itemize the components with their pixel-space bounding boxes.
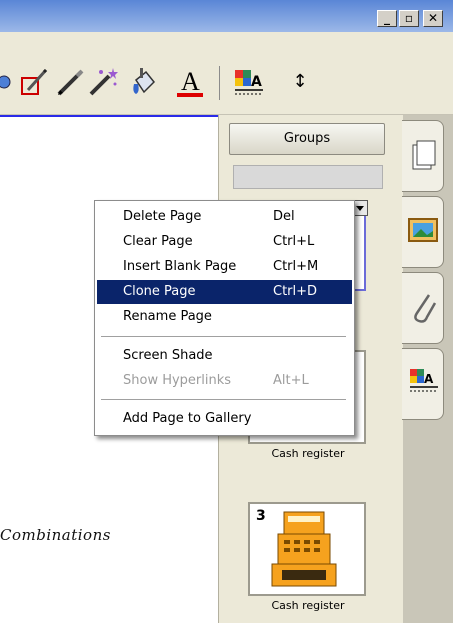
properties-icon[interactable]: A — [233, 66, 265, 98]
toolbar-separator — [219, 66, 220, 100]
canvas-caption: Combinations — [0, 526, 111, 544]
menu-separator — [101, 399, 346, 401]
context-menu: Delete Page Del Clear Page Ctrl+L Insert… — [94, 200, 355, 436]
menu-item-screen-shade[interactable]: Screen Shade — [97, 344, 352, 368]
page-thumbnail[interactable]: 3 — [248, 502, 366, 596]
move-icon[interactable]: ↕ — [284, 66, 316, 98]
page-number: 3 — [256, 508, 266, 524]
attachments-icon — [414, 294, 437, 323]
menu-item-rename-page[interactable]: Rename Page — [97, 305, 352, 329]
properties-tab-icon: A — [410, 369, 438, 392]
minimize-icon[interactable]: _ — [377, 10, 397, 27]
gallery-icon — [408, 218, 438, 242]
properties-tab-glyph: A — [424, 372, 434, 386]
group-search-field[interactable] — [233, 165, 383, 189]
fill-icon[interactable] — [128, 66, 160, 98]
page-thumbnail-label: Cash register — [271, 599, 345, 612]
page-sorter-icon — [412, 140, 436, 170]
close-icon[interactable]: ✕ — [423, 10, 443, 27]
cash-register-icon — [271, 511, 337, 587]
tab-page-sorter[interactable] — [402, 120, 444, 192]
menu-item-add-page-to-gallery[interactable]: Add Page to Gallery — [97, 407, 352, 431]
menu-item-clear-page[interactable]: Clear Page Ctrl+L — [97, 230, 352, 254]
page-thumbnail-label: Cash register — [271, 447, 345, 460]
menu-item-delete-page[interactable]: Delete Page Del — [97, 205, 352, 229]
menu-item-show-hyperlinks: Show Hyperlinks Alt+L — [123, 373, 309, 388]
properties-glyph: A — [251, 74, 262, 90]
pen-icon[interactable] — [55, 66, 87, 98]
magic-pen-icon[interactable] — [87, 66, 119, 98]
menu-bar — [0, 32, 453, 54]
groups-button[interactable]: Groups — [229, 123, 385, 155]
eraser-icon[interactable] — [18, 66, 50, 98]
text-color-glyph: A — [181, 67, 200, 96]
text-color-icon[interactable]: A — [175, 66, 207, 98]
tab-attachments[interactable] — [402, 272, 444, 344]
tab-gallery[interactable] — [402, 196, 444, 268]
restore-icon[interactable]: ▫ — [399, 10, 419, 27]
menu-item-clone-page[interactable]: Clone Page Ctrl+D — [97, 280, 352, 304]
tab-properties[interactable]: A — [402, 348, 444, 420]
menu-item-insert-blank-page[interactable]: Insert Blank Page Ctrl+M — [97, 255, 352, 279]
menu-separator — [101, 336, 346, 338]
